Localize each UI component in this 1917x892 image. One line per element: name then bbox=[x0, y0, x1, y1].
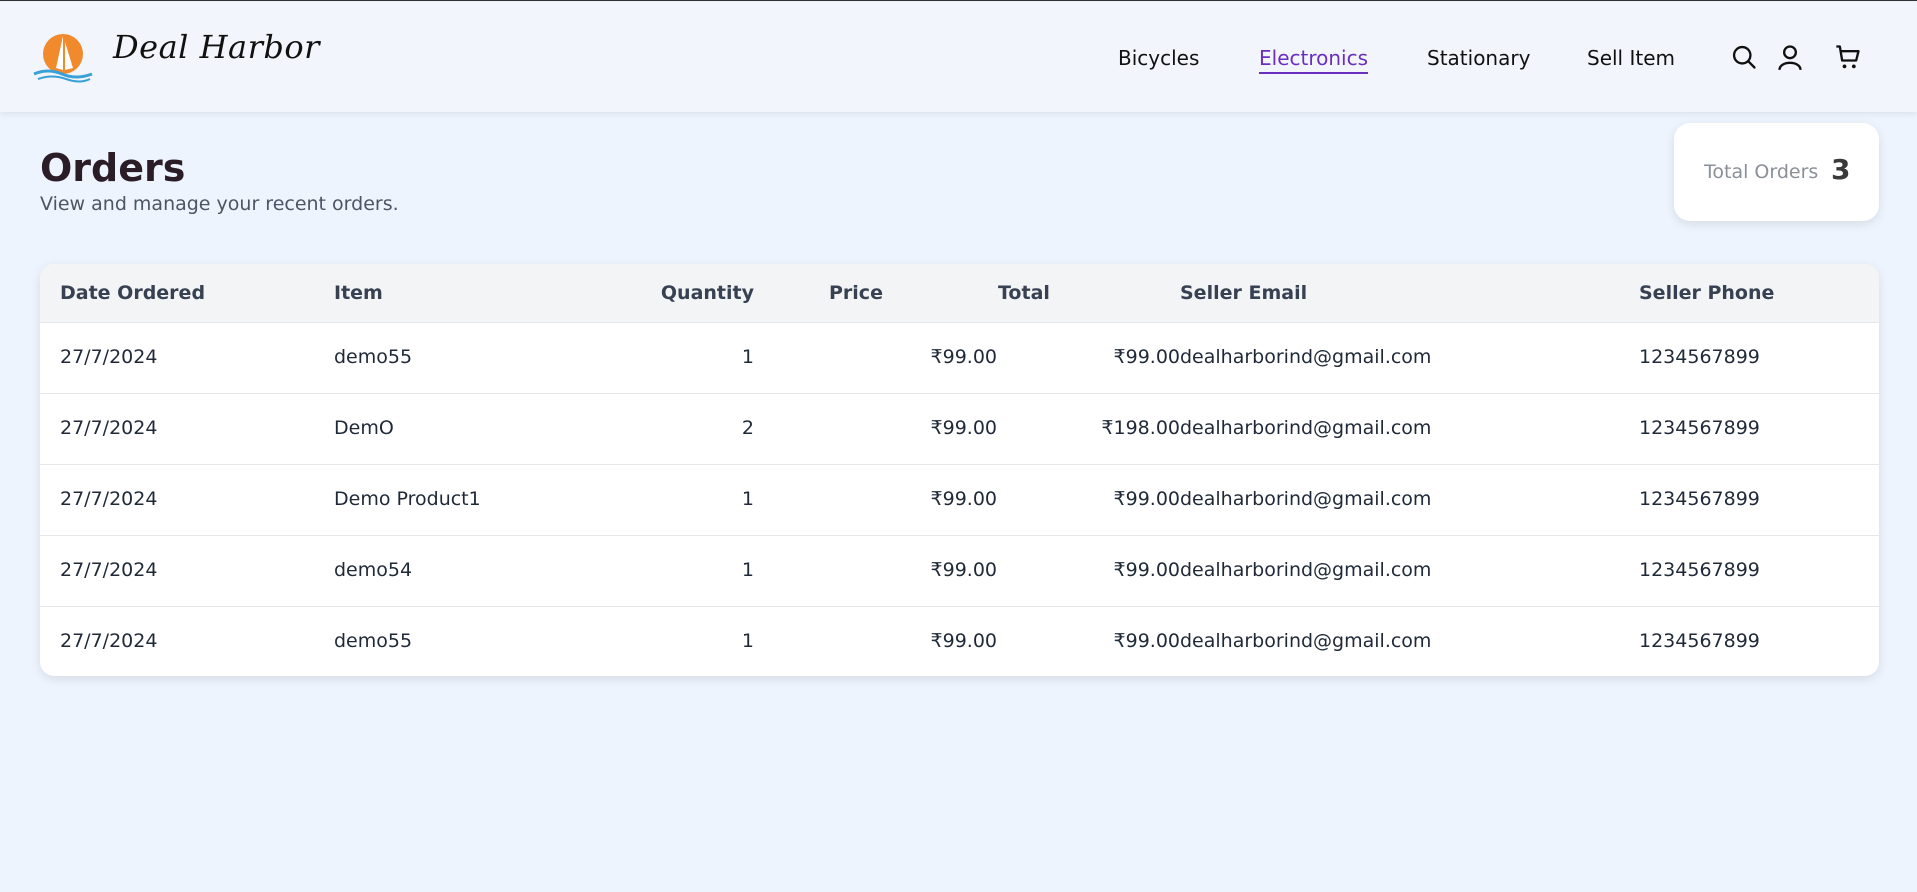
cell-total: ₹99.00 bbox=[1113, 488, 1180, 510]
cell-date: 27/7/2024 bbox=[60, 417, 158, 439]
cell-price: ₹99.00 bbox=[930, 630, 997, 652]
brand-name[interactable]: Deal Harbor bbox=[113, 28, 320, 66]
cell-date: 27/7/2024 bbox=[60, 346, 158, 368]
cell-seller-email: dealharborind@gmail.com bbox=[1180, 630, 1432, 652]
cell-quantity: 1 bbox=[741, 559, 754, 581]
header-date-ordered: Date Ordered bbox=[60, 282, 206, 304]
cell-seller-phone: 1234567899 bbox=[1639, 346, 1760, 368]
search-icon[interactable] bbox=[1730, 43, 1758, 71]
cell-date: 27/7/2024 bbox=[60, 630, 158, 652]
total-orders-value: 3 bbox=[1831, 153, 1851, 186]
page-subtitle: View and manage your recent orders. bbox=[40, 193, 399, 215]
cell-seller-email: dealharborind@gmail.com bbox=[1180, 559, 1432, 581]
cell-total: ₹99.00 bbox=[1113, 559, 1180, 581]
orders-table: Date Ordered Item Quantity Price Total S… bbox=[40, 264, 1879, 676]
cell-total: ₹99.00 bbox=[1113, 346, 1180, 368]
cell-date: 27/7/2024 bbox=[60, 488, 158, 510]
nav-electronics[interactable]: Electronics bbox=[1259, 46, 1369, 74]
cell-item: demo54 bbox=[334, 559, 413, 581]
nav-stationary[interactable]: Stationary bbox=[1427, 46, 1530, 70]
table-row[interactable]: 27/7/2024 demo55 1 ₹99.00 ₹99.00 dealhar… bbox=[40, 322, 1879, 394]
cell-item: DemO bbox=[334, 417, 394, 439]
table-row[interactable]: 27/7/2024 demo54 1 ₹99.00 ₹99.00 dealhar… bbox=[40, 535, 1879, 607]
cell-price: ₹99.00 bbox=[930, 417, 997, 439]
header-quantity: Quantity bbox=[660, 282, 754, 304]
cell-seller-phone: 1234567899 bbox=[1639, 488, 1760, 510]
cell-seller-email: dealharborind@gmail.com bbox=[1180, 346, 1432, 368]
table-row[interactable]: 27/7/2024 Demo Product1 1 ₹99.00 ₹99.00 … bbox=[40, 464, 1879, 536]
user-icon[interactable] bbox=[1776, 43, 1804, 71]
cell-seller-phone: 1234567899 bbox=[1639, 417, 1760, 439]
header-item: Item bbox=[334, 282, 383, 304]
cell-item: demo55 bbox=[334, 630, 413, 652]
cell-seller-email: dealharborind@gmail.com bbox=[1180, 417, 1432, 439]
cell-item: Demo Product1 bbox=[334, 488, 481, 510]
table-row[interactable]: 27/7/2024 DemO 2 ₹99.00 ₹198.00 dealharb… bbox=[40, 393, 1879, 465]
table-header: Date Ordered Item Quantity Price Total S… bbox=[40, 264, 1879, 322]
cell-total: ₹198.00 bbox=[1101, 417, 1180, 439]
cell-quantity: 1 bbox=[741, 488, 754, 510]
total-orders-card: Total Orders 3 bbox=[1674, 123, 1879, 221]
nav-sell-item[interactable]: Sell Item bbox=[1587, 46, 1675, 70]
page-title: Orders bbox=[40, 146, 186, 190]
header-seller-phone: Seller Phone bbox=[1639, 282, 1775, 304]
cell-price: ₹99.00 bbox=[930, 346, 997, 368]
header-seller-email: Seller Email bbox=[1180, 282, 1308, 304]
cell-seller-phone: 1234567899 bbox=[1639, 630, 1760, 652]
cell-price: ₹99.00 bbox=[930, 559, 997, 581]
cell-quantity: 1 bbox=[741, 630, 754, 652]
header-total: Total bbox=[998, 282, 1050, 304]
logo-icon[interactable] bbox=[32, 32, 94, 84]
top-navbar: Deal Harbor Bicycles Electronics Station… bbox=[0, 2, 1917, 112]
cell-date: 27/7/2024 bbox=[60, 559, 158, 581]
table-row[interactable]: 27/7/2024 demo55 1 ₹99.00 ₹99.00 dealhar… bbox=[40, 606, 1879, 676]
nav-bicycles[interactable]: Bicycles bbox=[1118, 46, 1199, 70]
total-orders-label: Total Orders bbox=[1704, 161, 1819, 183]
cart-icon[interactable] bbox=[1834, 43, 1862, 71]
cell-price: ₹99.00 bbox=[930, 488, 997, 510]
header-price: Price bbox=[829, 282, 883, 304]
cell-quantity: 2 bbox=[741, 417, 754, 439]
cell-item: demo55 bbox=[334, 346, 413, 368]
cell-total: ₹99.00 bbox=[1113, 630, 1180, 652]
cell-quantity: 1 bbox=[741, 346, 754, 368]
cell-seller-phone: 1234567899 bbox=[1639, 559, 1760, 581]
cell-seller-email: dealharborind@gmail.com bbox=[1180, 488, 1432, 510]
